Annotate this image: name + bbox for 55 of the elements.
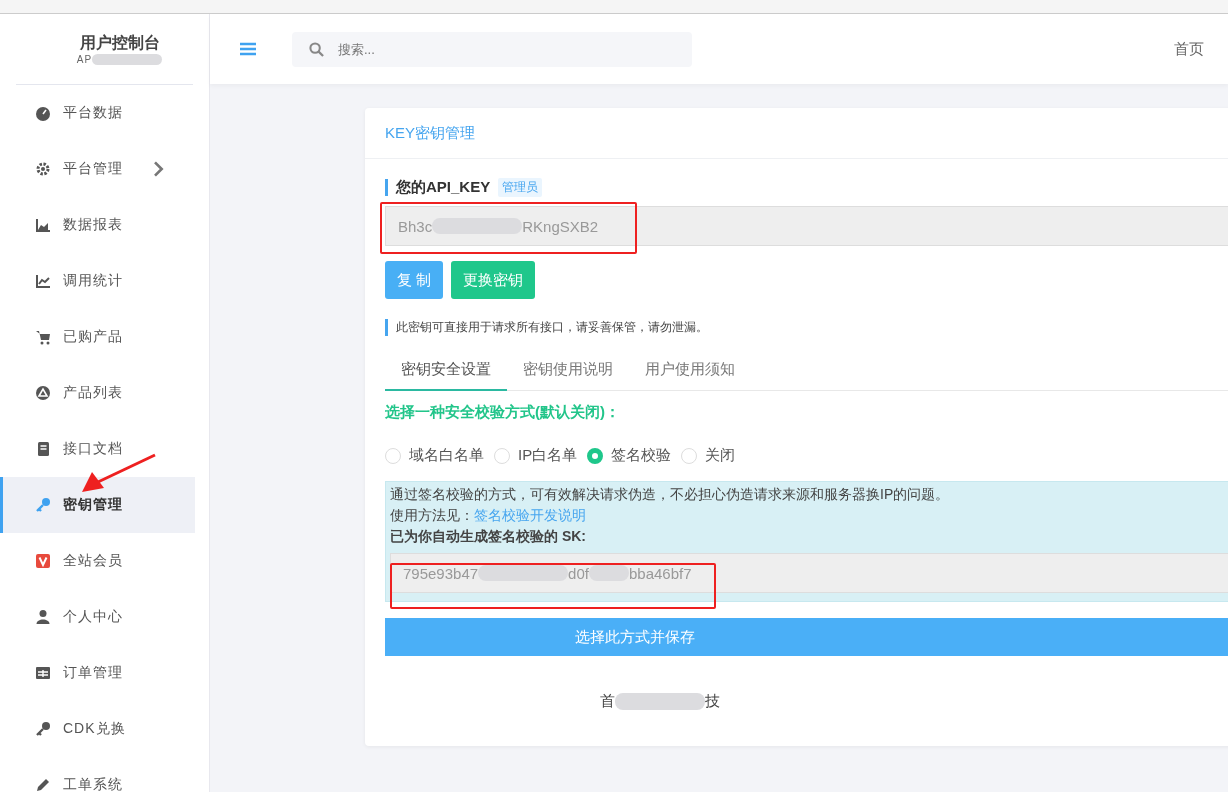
sk-text: bba46bf7 xyxy=(628,564,692,582)
tab[interactable]: 用户使用须知 xyxy=(629,352,751,391)
footer-text: 首 xyxy=(600,692,615,711)
info-text: 通过签名校验的方式，可有效解决请求伪造，不必担心伪造请求来源和服务器换IP的问题。 xyxy=(390,486,951,504)
footer-text: 技 xyxy=(705,692,720,711)
menu-icon[interactable] xyxy=(240,42,256,56)
menu-icon xyxy=(35,161,51,177)
radio-option[interactable]: 签名校验 xyxy=(587,446,672,465)
key-text: Bh3c xyxy=(398,217,433,235)
tab[interactable]: 密钥使用说明 xyxy=(507,352,629,391)
sidebar-item[interactable]: 平台数据 xyxy=(0,85,195,141)
menu-icon xyxy=(35,609,51,625)
radio-option[interactable]: IP白名单 xyxy=(494,446,578,465)
menu-icon xyxy=(35,273,51,289)
tab[interactable]: 密钥安全设置 xyxy=(385,352,507,391)
sk-text: 795e93b47 xyxy=(403,564,479,582)
sidebar-item[interactable]: 接口文档 xyxy=(0,421,195,477)
radio-option[interactable]: 关闭 xyxy=(681,446,736,465)
blurred-text xyxy=(92,54,163,65)
menu-icon xyxy=(35,441,51,457)
menu-icon xyxy=(35,217,51,233)
sidebar-item[interactable]: 密钥管理 xyxy=(0,477,195,533)
role-badge: 管理员 xyxy=(498,178,543,197)
app-title: 用户控制台 xyxy=(79,33,160,53)
notice-text: 此密钥可直接用于请求所有接口，请妥善保管，请勿泄漏。 xyxy=(385,319,1228,336)
key-text: RKngSXB2 xyxy=(522,217,599,235)
sidebar-item[interactable]: 个人中心 xyxy=(0,589,195,645)
api-key-label: 您的API_KEY xyxy=(396,178,491,197)
menu-icon xyxy=(35,385,51,401)
search-icon xyxy=(309,41,324,57)
menu-icon xyxy=(35,497,51,513)
sidebar-item[interactable]: 全站会员 xyxy=(0,533,195,589)
menu-icon xyxy=(35,553,51,569)
sidebar-item[interactable]: 已购产品 xyxy=(0,309,195,365)
usage-label: 使用方法见： xyxy=(390,507,474,523)
menu-icon xyxy=(35,777,51,792)
sidebar-item[interactable]: 平台管理 xyxy=(0,141,195,197)
sidebar-item[interactable]: 工单系统 xyxy=(0,757,195,792)
search-field[interactable]: 搜索... xyxy=(292,31,692,67)
card-title: KEY密钥管理 xyxy=(365,108,1228,159)
sidebar-item[interactable]: CDK兑换 xyxy=(0,701,195,757)
menu-icon xyxy=(35,329,51,345)
sk-label: 已为你自动生成签名校验的 SK: xyxy=(390,528,587,546)
home-link[interactable]: 首页 xyxy=(1174,39,1204,59)
app-subtitle: AP xyxy=(76,54,93,65)
sidebar-item[interactable]: 调用统计 xyxy=(0,253,195,309)
menu-icon xyxy=(35,665,51,681)
sk-text: d0f xyxy=(568,564,589,582)
sidebar-item[interactable]: 产品列表 xyxy=(0,365,195,421)
sidebar-item[interactable]: 数据报表 xyxy=(0,197,195,253)
radio-option[interactable]: 域名白名单 xyxy=(385,446,484,465)
menu-icon xyxy=(35,105,51,121)
section-heading: 选择一种安全校验方式(默认关闭)： xyxy=(385,403,621,422)
sidebar-item[interactable]: 订单管理 xyxy=(0,645,195,701)
menu-icon xyxy=(35,721,51,737)
